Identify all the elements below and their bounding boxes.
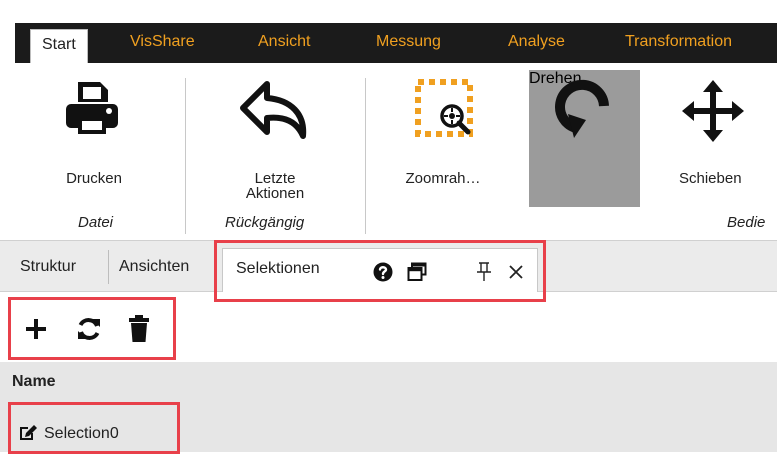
menu-tab-messung[interactable]: Messung: [376, 33, 441, 51]
group-label-file: Datei: [78, 214, 114, 231]
tab-ansichten[interactable]: Ansichten: [119, 258, 189, 276]
menu-tab-transformation[interactable]: Transformation: [625, 33, 732, 51]
printer-icon: [66, 82, 118, 134]
menu-bar: Start VisShare Ansicht Messung Analyse T…: [0, 0, 777, 63]
list-header: [0, 362, 777, 402]
ribbon-divider: [185, 78, 186, 234]
undo-label-line2: Aktionen: [245, 185, 305, 202]
tab-struktur[interactable]: Struktur: [20, 258, 76, 276]
move-arrows-icon: [682, 80, 744, 142]
menu-tab-label: Start: [42, 36, 76, 53]
zoom-frame-label: Zoomrah…: [405, 170, 481, 187]
rotate-icon: [555, 79, 609, 138]
column-header-name[interactable]: Name: [12, 373, 56, 391]
tab-separator: [108, 250, 109, 284]
menu-tab-ansicht[interactable]: Ansicht: [258, 33, 310, 51]
highlight-toolbar: [8, 297, 176, 360]
move-button[interactable]: Schieben: [672, 72, 777, 202]
menu-tab-analyse[interactable]: Analyse: [508, 33, 565, 51]
zoom-frame-button[interactable]: Zoomrah…: [388, 72, 498, 202]
menu-tab-start[interactable]: Start: [30, 29, 88, 63]
undo-button[interactable]: Letzte Aktionen: [221, 72, 329, 202]
print-label: Drucken: [66, 170, 122, 187]
zoom-frame-icon: [415, 79, 473, 137]
print-button[interactable]: Drucken: [42, 72, 146, 202]
move-label: Schieben: [679, 170, 742, 187]
highlight-selection-item: [8, 402, 180, 454]
menu-tab-visshare[interactable]: VisShare: [130, 33, 195, 51]
rotate-button[interactable]: Drehen: [529, 70, 640, 207]
undo-arrow-icon: [240, 81, 307, 139]
highlight-selektionen-tab: [214, 240, 546, 302]
group-label-operate: Bedie: [727, 214, 766, 231]
group-label-undo: Rückgängig: [225, 214, 305, 231]
ribbon-divider: [365, 78, 366, 234]
